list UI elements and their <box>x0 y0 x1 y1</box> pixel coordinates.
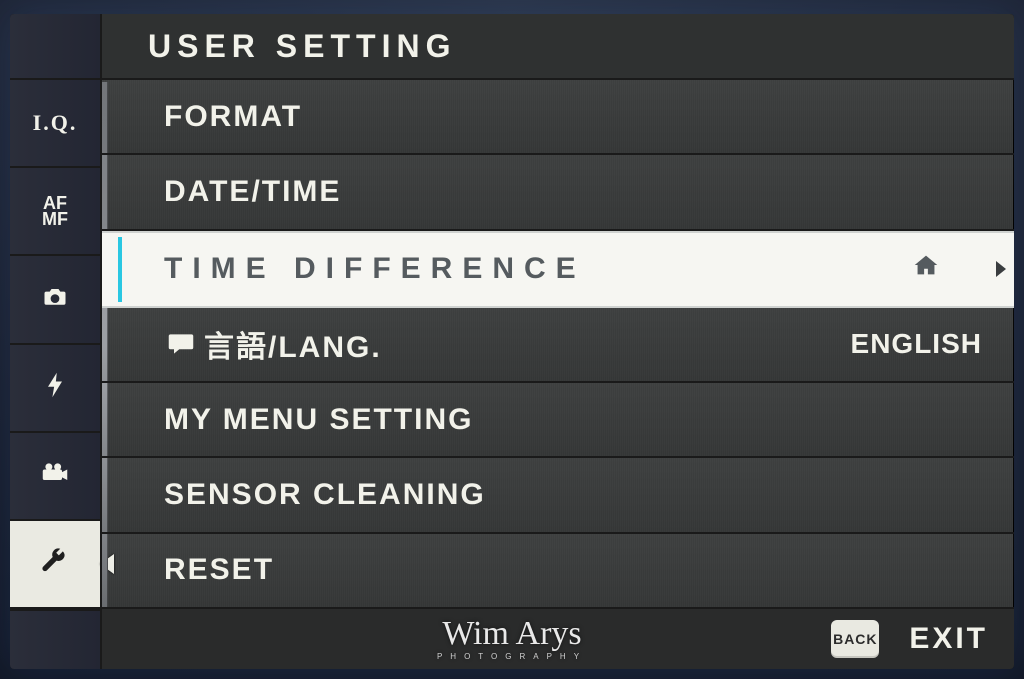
menu-item-label: DATE/TIME <box>164 175 992 209</box>
sidebar-tab-afmf[interactable]: AF MF <box>10 168 100 256</box>
menu-item-reset[interactable]: RESET <box>102 534 1014 607</box>
menu-item-label: 言語/LANG. <box>204 322 851 366</box>
page-title-row: USER SETTING <box>102 14 1014 80</box>
sidebar-tab-camera[interactable] <box>10 256 100 344</box>
camera-icon <box>41 282 69 316</box>
sidebar-tab-movie[interactable] <box>10 433 100 521</box>
page-title: USER SETTING <box>148 28 456 65</box>
afmf-label: AF MF <box>42 195 68 227</box>
sidebar-tab-flash[interactable] <box>10 345 100 433</box>
flash-icon <box>41 371 69 405</box>
wrench-icon <box>41 547 69 581</box>
footer-bar: BACK EXIT <box>102 607 1014 669</box>
menu-item-label: MY MENU SETTING <box>164 403 992 437</box>
menu-item-label: SENSOR CLEANING <box>164 478 992 512</box>
sidebar-tab-setup[interactable] <box>10 521 100 609</box>
exit-button[interactable]: EXIT <box>909 622 988 656</box>
sidebar-spacer <box>10 609 100 669</box>
back-label: BACK <box>833 631 877 647</box>
exit-label: EXIT <box>909 622 988 655</box>
menu-item-my-menu-setting[interactable]: MY MENU SETTING <box>102 383 1014 458</box>
content-panel: USER SETTING FORMAT DATE/TIME TIME DIFFE… <box>100 14 1014 669</box>
menu-item-label: TIME DIFFERENCE <box>164 252 908 286</box>
menu-item-date-time[interactable]: DATE/TIME <box>102 155 1014 230</box>
menu-list: FORMAT DATE/TIME TIME DIFFERENCE <box>102 80 1014 607</box>
chevron-right-icon <box>996 261 1006 277</box>
movie-icon <box>41 459 69 493</box>
iq-label: I.Q. <box>33 110 78 136</box>
menu-item-time-difference[interactable]: TIME DIFFERENCE <box>102 231 1014 308</box>
speech-bubble-icon <box>164 330 198 358</box>
home-icon <box>908 250 944 288</box>
menu-item-language[interactable]: 言語/LANG. ENGLISH <box>102 308 1014 383</box>
camera-menu-screen: I.Q. AF MF <box>10 14 1014 669</box>
sidebar: I.Q. AF MF <box>10 14 100 669</box>
menu-item-sensor-cleaning[interactable]: SENSOR CLEANING <box>102 458 1014 533</box>
sidebar-tab-iq[interactable]: I.Q. <box>10 80 100 168</box>
back-button[interactable]: BACK <box>831 620 879 658</box>
menu-item-label: FORMAT <box>164 100 992 134</box>
sidebar-spacer <box>10 14 100 80</box>
menu-item-value: ENGLISH <box>851 328 982 360</box>
menu-item-label: RESET <box>164 553 992 587</box>
menu-item-format[interactable]: FORMAT <box>102 80 1014 155</box>
